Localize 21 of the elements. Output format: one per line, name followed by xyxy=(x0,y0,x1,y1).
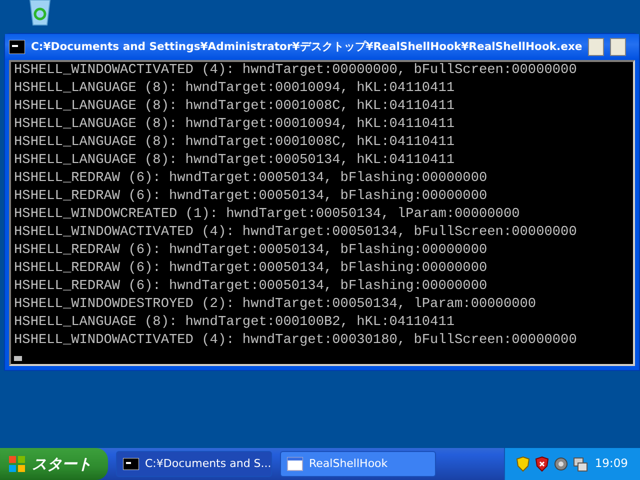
console-line: HSHELL_WINDOWDESTROYED (2): hwndTarget:00050134, lParam:00000000 xyxy=(14,296,536,314)
console-line: HSHELL_LANGUAGE (8): hwndTarget:00010094, hKL:04110411 xyxy=(14,116,455,134)
window-title: C:¥Documents and Settings¥Administrator¥デスクトップ¥RealShellHook¥RealShellHook.exe xyxy=(31,38,582,55)
taskbar-button[interactable]: C:¥Documents and S... xyxy=(116,451,272,477)
console-line: HSHELL_REDRAW (6): hwndTarget:00050134, bFlashing:00000000 xyxy=(14,170,488,188)
console-line: HSHELL_LANGUAGE (8): hwndTarget:0001008C, hKL:04110411 xyxy=(14,98,455,116)
console-line: HSHELL_REDRAW (6): hwndTarget:00050134, bFlashing:00000000 xyxy=(14,278,488,296)
console-line: HSHELL_REDRAW (6): hwndTarget:00050134, bFlashing:00000000 xyxy=(14,188,488,206)
console-line: HSHELL_LANGUAGE (8): hwndTarget:000100B2, hKL:04110411 xyxy=(14,314,455,332)
console-line: HSHELL_WINDOWACTIVATED (4): hwndTarget:00000000, bFullScreen:00000000 xyxy=(14,62,577,80)
start-button[interactable]: スタート xyxy=(0,448,108,480)
console-line: HSHELL_LANGUAGE (8): hwndTarget:0001008C, hKL:04110411 xyxy=(14,134,455,152)
console-line: HSHELL_WINDOWACTIVATED (4): hwndTarget:00050134, bFullScreen:00000000 xyxy=(14,224,577,242)
console-line: HSHELL_REDRAW (6): hwndTarget:00050134, bFlashing:00000000 xyxy=(14,260,488,278)
console-line: HSHELL_WINDOWCREATED (1): hwndTarget:00050134, lParam:00000000 xyxy=(14,206,520,224)
console-line: HSHELL_LANGUAGE (8): hwndTarget:00050134, hKL:04110411 xyxy=(14,152,455,170)
clock: 19:09 xyxy=(594,455,628,472)
console-line: HSHELL_WINDOWACTIVATED (4): hwndTarget:00030180, bFullScreen:00000000 xyxy=(14,332,577,350)
taskbar-button[interactable]: RealShellHook xyxy=(280,451,436,477)
console-line: HSHELL_REDRAW (6): hwndTarget:00050134, bFlashing:00000000 xyxy=(14,242,488,260)
console-line: HSHELL_LANGUAGE (8): hwndTarget:00010094, hKL:04110411 xyxy=(14,80,455,98)
